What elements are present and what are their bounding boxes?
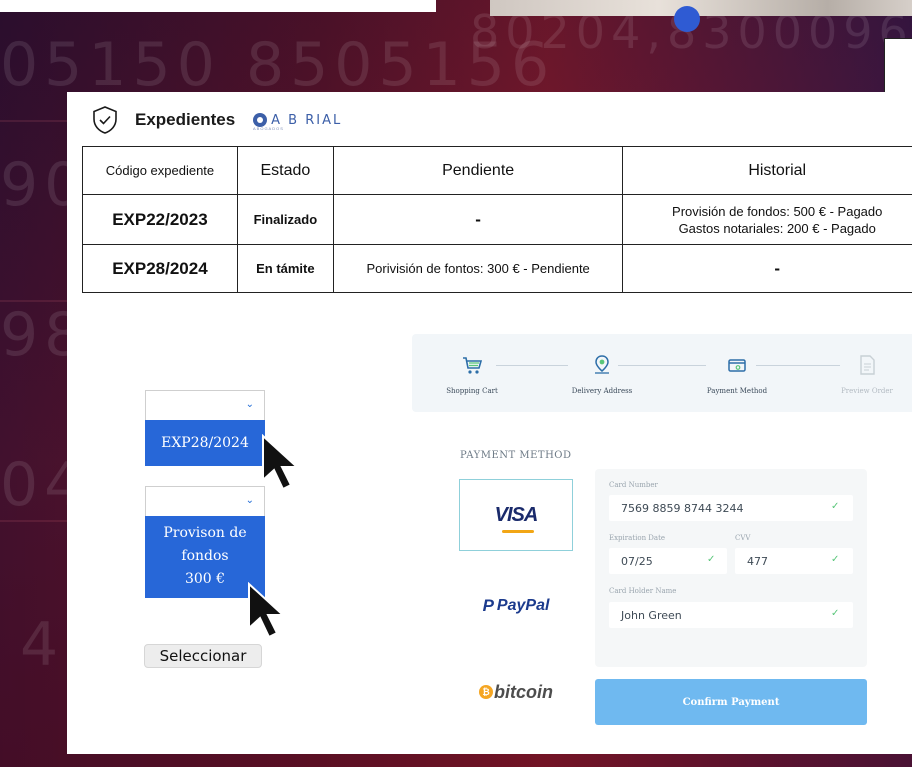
document-icon (860, 355, 875, 375)
column-header: Historial (622, 146, 912, 195)
pending-cell: - (332, 194, 624, 245)
history-line: Gastos notariales: 200 € - Pagado (678, 220, 876, 236)
check-icon: ✓ (707, 554, 716, 565)
checkout-steps: Shopping Cart Delivery Address Payment M… (412, 334, 912, 412)
bitcoin-option[interactable]: ₿ bitcoin (459, 656, 573, 728)
mouse-pointer-icon (248, 582, 286, 639)
top-photo-strip (490, 0, 912, 16)
bitcoin-logo: ₿ bitcoin (479, 682, 553, 703)
holder-label: Card Holder Name (609, 587, 677, 595)
table-header-row: Código expediente Estado Pendiente Histo… (82, 146, 912, 195)
expedientes-table: Código expediente Estado Pendiente Histo… (82, 146, 912, 293)
bitcoin-label: bitcoin (494, 681, 553, 702)
confirm-payment-button[interactable]: Confirm Payment (595, 679, 867, 725)
check-icon: ✓ (831, 554, 840, 565)
top-avatar-dot (674, 6, 700, 32)
step-shopping-cart[interactable]: Shopping Cart (427, 354, 517, 395)
step-delivery-address[interactable]: Delivery Address (557, 354, 647, 395)
paypal-icon: P (482, 596, 494, 615)
seleccionar-button[interactable]: Seleccionar (144, 644, 262, 668)
top-right-panel (884, 38, 912, 93)
step-label: Preview Order (841, 387, 893, 395)
card-number-label: Card Number (609, 481, 658, 489)
shield-check-icon (93, 106, 117, 134)
location-pin-icon (595, 355, 609, 374)
concepto-select[interactable]: ⌄ (145, 486, 265, 516)
page-title: Expedientes (135, 110, 236, 129)
visa-stripe (502, 530, 534, 533)
history-line: Provisión de fondos: 500 € - Pagado (672, 203, 883, 219)
history-cell: - (622, 244, 912, 293)
top-banner (0, 0, 436, 12)
payment-mockup: Shopping Cart Delivery Address Payment M… (412, 334, 912, 754)
status-cell: En támite (236, 244, 334, 293)
step-payment-method[interactable]: Payment Method (692, 354, 782, 395)
visa-option[interactable]: VISA (459, 479, 573, 551)
payment-method-heading: PAYMENT METHOD (460, 450, 572, 461)
expediente-code: EXP22/2023 (82, 194, 238, 245)
credit-card-icon (728, 359, 746, 372)
chevron-down-icon: ⌄ (245, 495, 254, 506)
history-cell: Provisión de fondos: 500 € - Pagado Gast… (622, 194, 912, 245)
pending-cell: Porivisión de fontos: 300 € - Pendiente (332, 244, 624, 293)
visa-logo: VISA (494, 503, 539, 526)
logo-mark-icon (253, 113, 268, 127)
step-label: Payment Method (706, 387, 768, 395)
concepto-option-line: fondos (181, 548, 229, 564)
bg-numbers: 4 (20, 610, 65, 680)
logo-subtext: ABOGADOS (253, 126, 284, 131)
table-row[interactable]: EXP28/2024 En támite Porivisión de fonto… (82, 244, 912, 293)
concepto-option-line: Provison de (163, 525, 247, 541)
paypal-logo: PayPal (496, 597, 550, 614)
expediente-select[interactable]: ⌄ (145, 390, 265, 420)
table-row[interactable]: EXP22/2023 Finalizado - Provisión de fon… (82, 194, 912, 245)
status-cell: Finalizado (236, 194, 334, 245)
expediente-code: EXP28/2024 (82, 244, 238, 293)
cvv-label: CVV (735, 534, 751, 542)
card-form: Card Number 7569 8859 8744 3244 ✓ Expira… (595, 469, 867, 667)
expiration-label: Expiration Date (609, 534, 666, 542)
column-header: Pendiente (332, 146, 624, 195)
expedientes-card: Expedientes A B RIAL ABOGADOS Código exp… (67, 92, 912, 754)
mouse-pointer-icon (262, 434, 300, 491)
step-preview-order[interactable]: Preview Order (822, 354, 912, 395)
shopping-cart-icon (463, 357, 483, 374)
check-icon: ✓ (831, 608, 840, 619)
step-label: Shopping Cart (446, 387, 498, 395)
column-header: Estado (236, 146, 334, 195)
step-label: Delivery Address (571, 387, 633, 395)
card-number-field[interactable]: 7569 8859 8744 3244 (609, 495, 853, 521)
holder-field[interactable]: John Green (609, 602, 853, 628)
bitcoin-icon: ₿ (479, 685, 493, 699)
column-header: Código expediente (82, 146, 238, 195)
header: Expedientes A B RIAL (89, 104, 342, 136)
expediente-option-selected[interactable]: EXP28/2024 (145, 420, 265, 466)
paypal-option[interactable]: P PayPal (459, 570, 573, 642)
check-icon: ✓ (831, 501, 840, 512)
chevron-down-icon: ⌄ (245, 399, 254, 410)
